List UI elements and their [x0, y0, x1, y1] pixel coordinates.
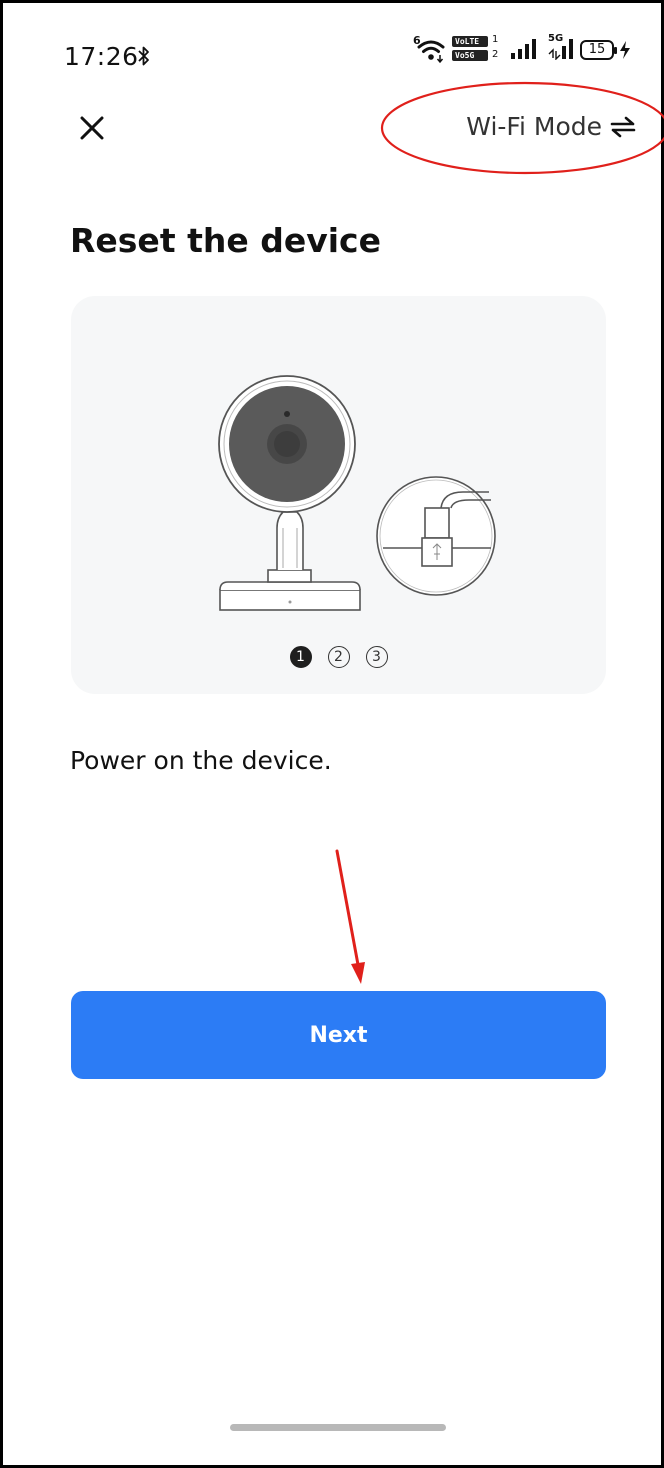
step-dot-3: 3 — [365, 646, 388, 668]
status-time: 17:26 — [64, 42, 139, 71]
annotation-arrow — [335, 849, 365, 984]
wifi-icon — [417, 40, 445, 64]
next-button[interactable]: Next — [71, 991, 606, 1079]
volte-badge-2: Vo5G — [452, 50, 488, 61]
battery-level: 15 — [588, 42, 606, 57]
bluetooth-icon — [138, 46, 149, 66]
page-title: Reset the device — [70, 221, 381, 260]
illustration-card: 1 2 3 — [71, 296, 606, 694]
sim-number-2: 2 — [492, 49, 499, 60]
camera-power-illustration — [218, 375, 496, 611]
home-indicator[interactable] — [230, 1424, 446, 1431]
signal-strength-icon-2 — [548, 39, 573, 60]
swap-arrows-icon — [610, 116, 636, 138]
wifi-mode-toggle[interactable]: Wi-Fi Mode — [466, 110, 636, 144]
step-indicator: 1 2 3 — [71, 646, 606, 668]
volte-badges: VoLTE Vo5G — [452, 36, 488, 64]
signal-strength-icon-1 — [511, 39, 536, 59]
instruction-text: Power on the device. — [70, 746, 332, 775]
volte-badge-1: VoLTE — [452, 36, 488, 47]
sim-number-1: 1 — [492, 34, 499, 45]
status-bar: 17:26 6 VoLTE Vo5G 1 2 5G 15 — [0, 0, 664, 110]
step-dot-2: 2 — [327, 646, 350, 668]
battery-indicator: 15 — [580, 40, 614, 60]
close-button[interactable] — [76, 110, 112, 146]
battery-tip — [614, 47, 617, 54]
close-icon — [80, 116, 104, 140]
wifi-mode-label: Wi-Fi Mode — [466, 112, 602, 141]
charging-icon — [620, 41, 630, 59]
step-dot-1: 1 — [289, 646, 312, 668]
